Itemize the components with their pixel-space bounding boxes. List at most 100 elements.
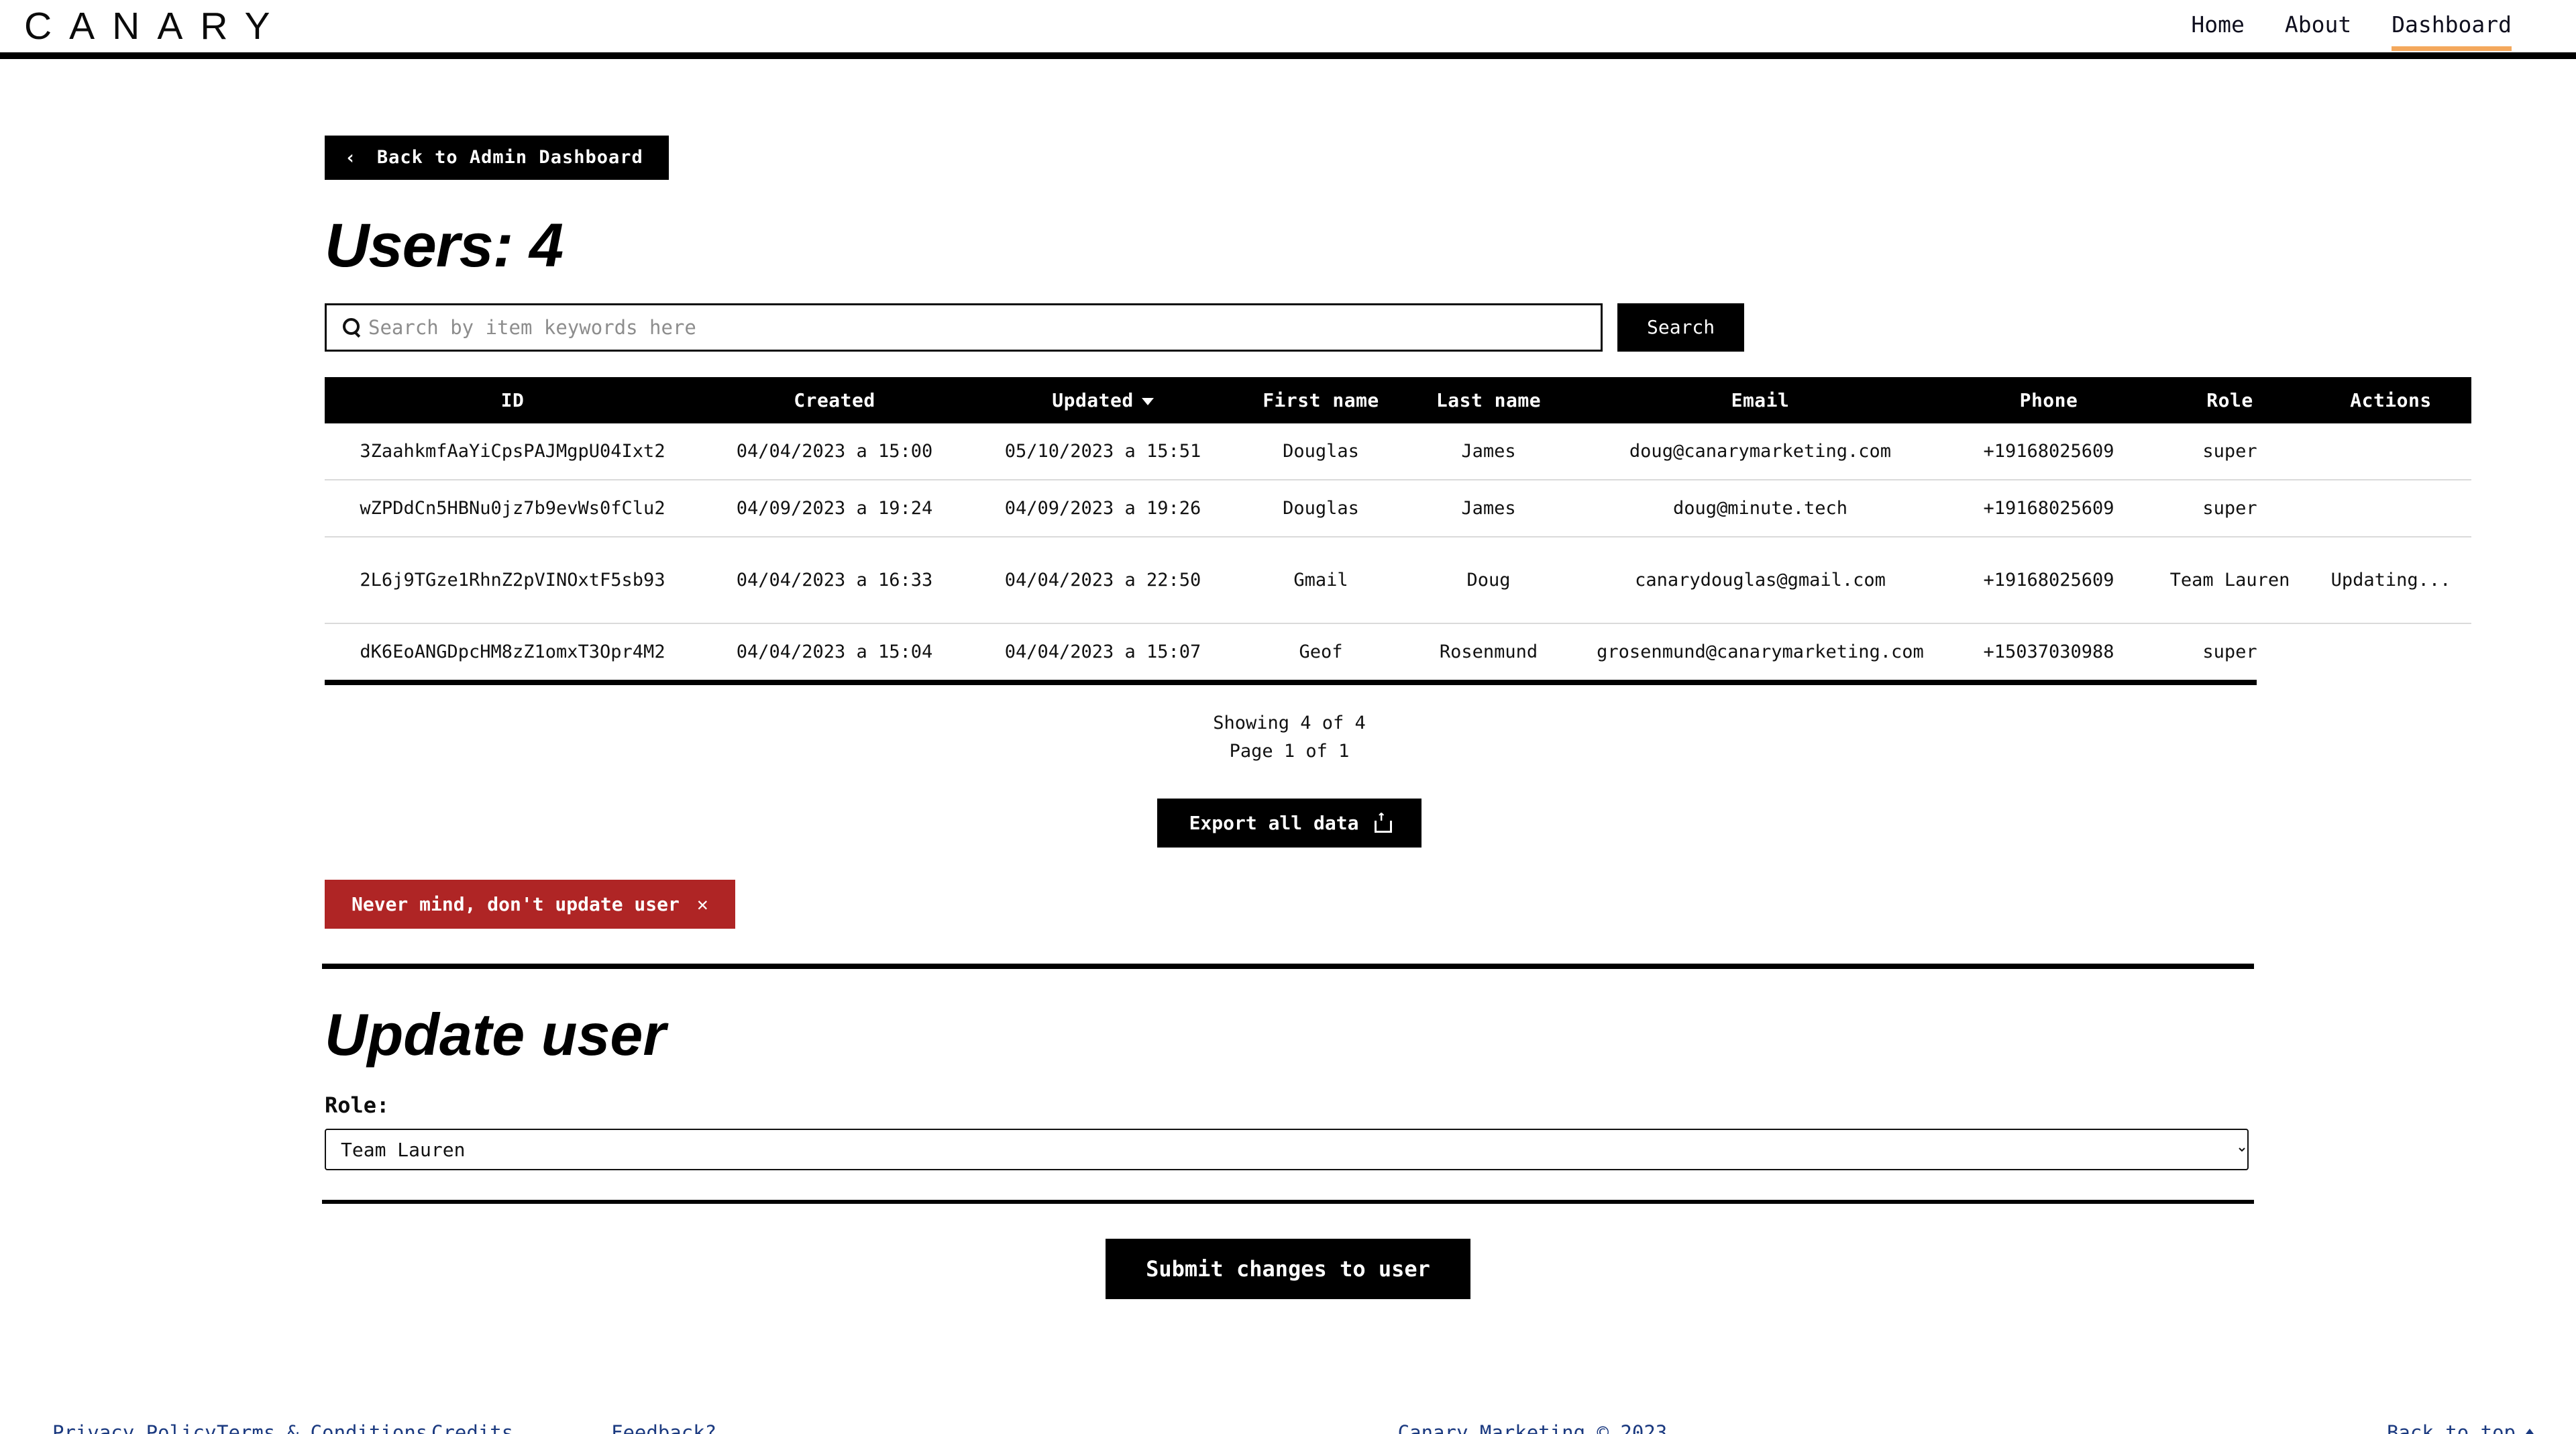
column-header-actions: Actions: [2350, 389, 2432, 411]
cell-email: doug@canarymarketing.com: [1572, 423, 1948, 480]
cell-updated: 05/10/2023 a 15:51: [969, 423, 1237, 480]
chevron-left-icon: ‹: [345, 146, 357, 168]
column-header-role[interactable]: Role: [2149, 377, 2310, 423]
users-table-wrapper: ID Created Updated First name Last name …: [325, 376, 2471, 685]
form-title: Update user: [325, 1001, 666, 1068]
cell-created: 04/04/2023 a 15:04: [736, 641, 933, 662]
users-table-header-row: ID Created Updated First name Last name …: [325, 376, 2471, 423]
cell-updated: 04/04/2023 a 22:50: [969, 536, 1237, 624]
role-select[interactable]: Team Lauren super admin user: [325, 1129, 2249, 1171]
cell-updated: 04/04/2023 a 15:07: [1004, 641, 1201, 662]
cell-phone: +19168025609: [1948, 479, 2149, 537]
back-to-top-label: Back to top: [2386, 1421, 2516, 1434]
column-header-email[interactable]: Email: [1572, 377, 1948, 423]
submit-changes-button[interactable]: Submit changes to user: [1106, 1239, 1470, 1300]
table-bottom-rule: [325, 679, 2257, 685]
footer-link-privacy-policy[interactable]: Privacy Policy: [52, 1421, 217, 1434]
users-table: ID Created Updated First name Last name …: [325, 376, 2471, 680]
users-table-head: ID Created Updated First name Last name …: [325, 376, 2471, 423]
column-header-phone[interactable]: Phone: [1948, 377, 2149, 423]
table-row[interactable]: 3ZaahkmfAaYiCpsPAJMgpU04Ixt2 04/04/2023 …: [325, 423, 2471, 480]
export-all-data-button[interactable]: Export all data: [1157, 799, 1422, 848]
cell-actions-status: Updating...: [2310, 536, 2471, 624]
site-header: CANARY Home About Dashboard: [0, 0, 2576, 59]
cell-actions[interactable]: [2310, 423, 2471, 480]
export-button-label: Export all data: [1189, 812, 1359, 835]
cancel-button-label: Never mind, don't update user: [352, 893, 680, 916]
footer-copyright: Canary Marketing © 2023: [1397, 1421, 1668, 1434]
cell-id: dK6EoANGDpcHM8zZ1omxT3Opr4M2: [360, 641, 665, 662]
brand-logo[interactable]: CANARY: [19, 7, 288, 46]
cell-email: doug@minute.tech: [1572, 479, 1948, 537]
column-header-last-name[interactable]: Last name: [1405, 377, 1572, 423]
role-field-label: Role:: [325, 1092, 390, 1119]
site-footer: Privacy Policy Terms & Conditions Credit…: [0, 1421, 2576, 1434]
section-divider: [322, 964, 2254, 970]
nav-item-about[interactable]: About: [2285, 11, 2351, 42]
close-icon: ✕: [696, 892, 708, 915]
cell-first-name: Douglas: [1237, 479, 1405, 537]
cell-id: 3ZaahkmfAaYiCpsPAJMgpU04Ixt2: [325, 423, 700, 480]
nav-item-dashboard[interactable]: Dashboard: [2392, 11, 2512, 51]
cell-phone: +19168025609: [1948, 536, 2149, 624]
page-title-suffix: : 4: [492, 211, 564, 280]
cell-actions[interactable]: [2310, 479, 2471, 537]
cell-created: 04/04/2023 a 16:33: [700, 536, 969, 624]
cell-first-name: Geof: [1299, 641, 1343, 662]
form-divider: [322, 1200, 2254, 1205]
pagination-showing: Showing 4 of 4: [1213, 712, 1366, 733]
submit-row: Submit changes to user: [0, 1239, 2576, 1300]
cell-role: Team Lauren: [2149, 536, 2310, 624]
cell-first-name: Gmail: [1237, 536, 1405, 624]
nav-item-home[interactable]: Home: [2191, 11, 2244, 42]
cell-last-name: James: [1405, 423, 1572, 480]
search-button[interactable]: Search: [1617, 303, 1745, 352]
table-row[interactable]: dK6EoANGDpcHM8zZ1omxT3Opr4M2 04/04/2023 …: [325, 623, 2471, 680]
export-row: Export all data: [325, 799, 2254, 848]
table-row[interactable]: 2L6j9TGze1RhnZ2pVINOxtF5sb93 04/04/2023 …: [325, 536, 2471, 624]
search-input[interactable]: [368, 315, 1601, 339]
cell-created: 04/09/2023 a 19:24: [700, 479, 969, 537]
back-to-top-button[interactable]: Back to top: [2387, 1421, 2536, 1434]
search-icon: [341, 317, 362, 338]
search-box[interactable]: [325, 303, 1603, 352]
users-table-body: 3ZaahkmfAaYiCpsPAJMgpU04Ixt2 04/04/2023 …: [325, 423, 2471, 680]
pagination-page: Page 1 of 1: [1229, 740, 1350, 762]
footer-link-feedback[interactable]: Feedback?: [611, 1421, 786, 1434]
back-to-admin-dashboard-button[interactable]: ‹ Back to Admin Dashboard: [325, 136, 669, 180]
cell-id: wZPDdCn5HBNu0jz7b9evWs0fClu2: [325, 479, 700, 537]
search-row: Search: [325, 303, 2254, 352]
cell-last-name: Doug: [1405, 536, 1572, 624]
cell-created: 04/04/2023 a 15:00: [700, 423, 969, 480]
cell-first-name: Douglas: [1237, 423, 1405, 480]
page-title-prefix: Users: [325, 211, 494, 280]
main-navigation: Home About Dashboard: [2191, 0, 2536, 52]
cancel-update-user-button[interactable]: Never mind, don't update user ✕: [325, 880, 735, 929]
column-header-updated[interactable]: Updated: [969, 377, 1237, 423]
cancel-row: Never mind, don't update user ✕: [325, 880, 2254, 929]
pagination: Showing 4 of 4 Page 1 of 1: [325, 709, 2254, 766]
cell-actions[interactable]: [2310, 623, 2471, 680]
chevron-down-icon: [1141, 397, 1154, 405]
cell-role: super: [2149, 479, 2310, 537]
update-form-container: Update user Role: Team Lauren super admi…: [322, 1001, 2254, 1171]
cell-last-name: James: [1405, 479, 1572, 537]
footer-link-credits[interactable]: Credits: [431, 1421, 611, 1434]
upload-icon: [1373, 809, 1393, 833]
cell-phone: +15037030988: [1983, 641, 2114, 662]
footer-links: Privacy Policy Terms & Conditions Credit…: [52, 1421, 786, 1434]
cell-role: super: [2149, 423, 2310, 480]
cell-last-name: Rosenmund: [1439, 641, 1538, 662]
footer-link-terms-conditions[interactable]: Terms & Conditions: [217, 1421, 431, 1434]
column-header-updated-label: Updated: [1052, 389, 1134, 411]
table-row[interactable]: wZPDdCn5HBNu0jz7b9evWs0fClu2 04/09/2023 …: [325, 479, 2471, 537]
chevron-up-icon: [2524, 1429, 2536, 1434]
cell-updated: 04/09/2023 a 19:26: [969, 479, 1237, 537]
cell-email: grosenmund@canarymarketing.com: [1597, 641, 1924, 662]
page-body: ‹ Back to Admin Dashboard Users: 4 Searc…: [0, 59, 2576, 1434]
column-header-created[interactable]: Created: [700, 377, 969, 423]
back-button-label: Back to Admin Dashboard: [376, 147, 643, 168]
column-header-first-name[interactable]: First name: [1237, 377, 1405, 423]
column-header-id[interactable]: ID: [325, 377, 700, 423]
cell-phone: +19168025609: [1948, 423, 2149, 480]
